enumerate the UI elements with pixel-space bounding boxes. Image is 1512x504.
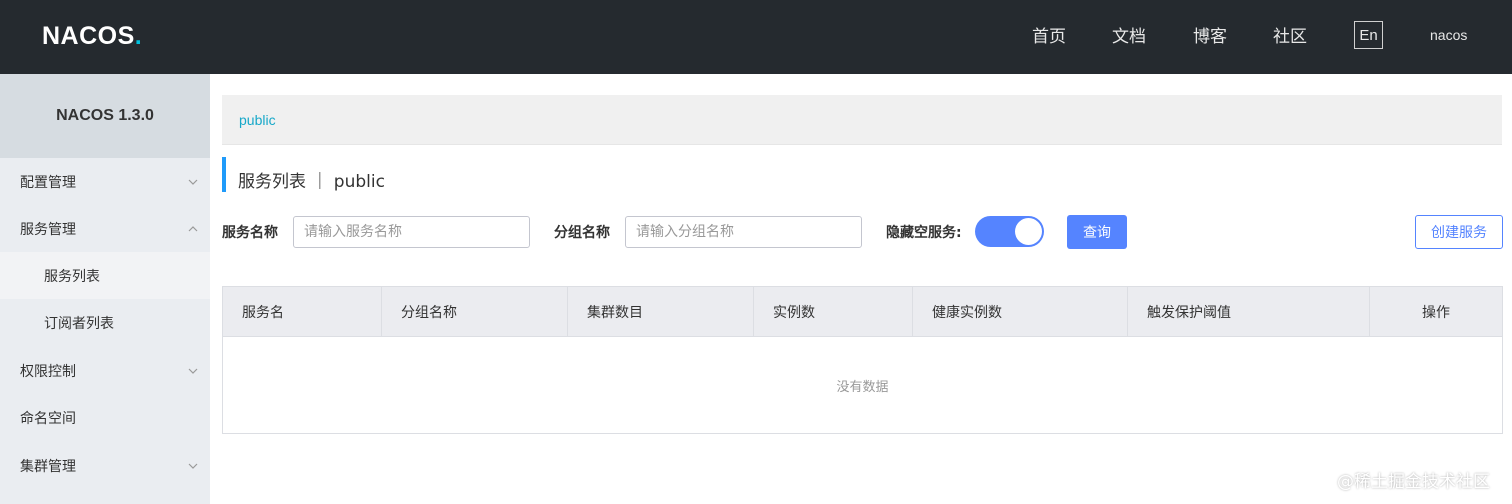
sidebar-item-subscriber-list[interactable]: 订阅者列表	[0, 299, 210, 346]
column-header-protect-threshold: 触发保护阈值	[1128, 287, 1370, 337]
sidebar-item-label: 命名空间	[20, 410, 76, 427]
toggle-knob	[1015, 218, 1042, 245]
create-service-button[interactable]: 创建服务	[1415, 215, 1503, 249]
sidebar-item-config-management[interactable]: 配置管理	[0, 158, 210, 205]
service-name-label: 服务名称	[222, 225, 278, 241]
nav-home[interactable]: 首页	[1032, 22, 1066, 47]
version-label: NACOS 1.3.0	[0, 74, 210, 158]
nav-docs[interactable]: 文档	[1112, 22, 1146, 47]
group-name-input[interactable]	[625, 216, 862, 248]
sidebar: NACOS 1.3.0 配置管理 服务管理 服务列表 订阅者列表 权限控制 命名…	[0, 74, 210, 504]
sidebar-item-access-control[interactable]: 权限控制	[0, 347, 210, 394]
column-header-group-name: 分组名称	[382, 287, 568, 337]
namespace-bar: public	[222, 95, 1502, 145]
sidebar-item-cluster-management[interactable]: 集群管理	[0, 442, 210, 489]
query-button[interactable]: 查询	[1067, 215, 1127, 249]
table-header: 服务名 分组名称 集群数目 实例数 健康实例数 触发保护阈值 操作	[223, 287, 1502, 337]
top-header: NACOS. 首页 文档 博客 社区 En nacos	[0, 0, 1512, 74]
sidebar-item-namespace[interactable]: 命名空间	[0, 394, 210, 441]
namespace-link-public[interactable]: public	[239, 112, 276, 128]
column-header-actions: 操作	[1422, 305, 1450, 321]
hide-empty-services-label: 隐藏空服务:	[886, 225, 962, 241]
group-name-label: 分组名称	[554, 225, 610, 241]
hide-empty-services-toggle[interactable]	[975, 216, 1044, 247]
column-header-cluster-count: 集群数目	[568, 287, 754, 337]
page-title: 服务列表 ｜ public	[238, 172, 385, 192]
nav-community[interactable]: 社区	[1273, 22, 1307, 47]
watermark: @稀土掘金技术社区	[1337, 472, 1490, 492]
title-accent-bar	[222, 157, 226, 192]
sidebar-item-service-list[interactable]: 服务列表	[0, 252, 210, 299]
column-header-healthy-instance-count: 健康实例数	[913, 287, 1128, 337]
sidebar-item-label: 配置管理	[20, 174, 76, 191]
logo-dot: .	[134, 21, 142, 50]
sidebar-item-label: 权限控制	[20, 363, 76, 380]
sidebar-item-label: 服务列表	[44, 268, 100, 285]
logo-text: NACOS	[42, 21, 135, 50]
language-switch-button[interactable]: En	[1354, 21, 1383, 49]
nacos-logo[interactable]: NACOS.	[42, 21, 142, 51]
sidebar-item-service-management[interactable]: 服务管理	[0, 205, 210, 252]
column-header-service-name: 服务名	[223, 287, 382, 337]
table-empty-text: 没有数据	[836, 379, 889, 395]
nav-blog[interactable]: 博客	[1193, 22, 1227, 47]
user-name[interactable]: nacos	[1430, 27, 1467, 43]
chevron-down-icon	[188, 463, 198, 469]
sidebar-item-label: 集群管理	[20, 458, 76, 475]
chevron-up-icon	[188, 225, 198, 231]
column-header-instance-count: 实例数	[754, 287, 913, 337]
service-table: 服务名 分组名称 集群数目 实例数 健康实例数 触发保护阈值 操作 没有数据	[222, 286, 1503, 434]
service-name-input[interactable]	[293, 216, 530, 248]
sidebar-item-label: 服务管理	[20, 221, 76, 238]
chevron-down-icon	[188, 179, 198, 185]
sidebar-item-label: 订阅者列表	[44, 315, 114, 332]
chevron-down-icon	[188, 368, 198, 374]
